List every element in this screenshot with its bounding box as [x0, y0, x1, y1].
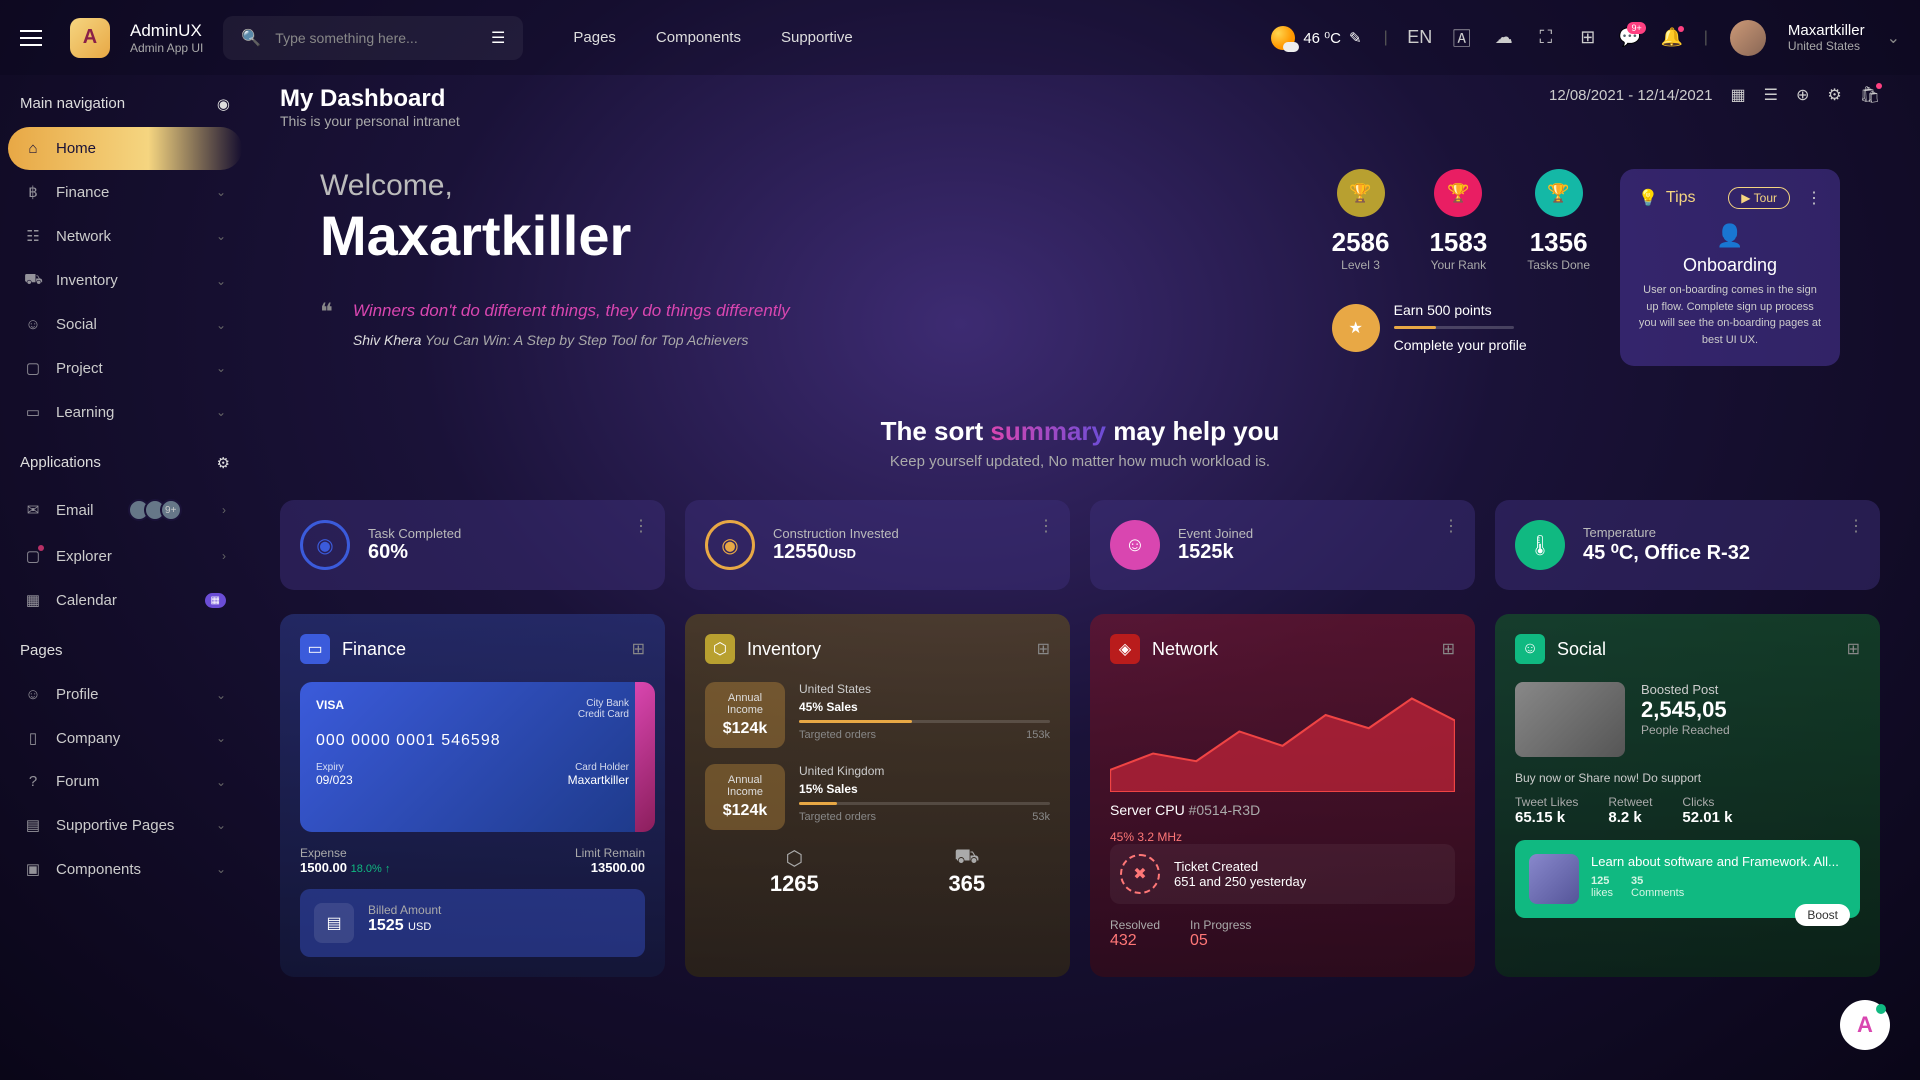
- sidebar: Main navigation◉ ⌂Home฿Finance⌄☷Network⌄…: [0, 75, 250, 1080]
- sidebar-item-network[interactable]: ☷Network⌄: [8, 214, 242, 258]
- page-subtitle: This is your personal intranet: [280, 113, 460, 129]
- sidebar-item-learning[interactable]: ▭Learning⌄: [8, 390, 242, 434]
- app-logo: A: [70, 18, 110, 58]
- sidebar-item-home[interactable]: ⌂Home: [8, 127, 242, 170]
- top-nav: Pages Components Supportive: [573, 29, 852, 46]
- avatar[interactable]: [1730, 20, 1766, 56]
- fab-button[interactable]: A: [1840, 1000, 1890, 1050]
- fullscreen-icon[interactable]: ⛶: [1536, 28, 1556, 48]
- expand-icon[interactable]: ⊞: [1037, 639, 1050, 659]
- credit-card[interactable]: VISACity BankCredit Card 000 0000 0001 5…: [300, 682, 645, 832]
- receipt-icon: ▤: [314, 903, 354, 943]
- network-card: ◈Network⊞ Server CPU #0514-R3D 45% 3.2 M…: [1090, 614, 1475, 977]
- stat-tasks-done: 🏆1356Tasks Done: [1527, 169, 1590, 272]
- topnav-pages[interactable]: Pages: [573, 29, 616, 46]
- expand-icon[interactable]: ⊞: [632, 639, 645, 659]
- star-icon: ★: [1332, 304, 1380, 352]
- weather-icon: [1271, 26, 1295, 50]
- brand-subtitle: Admin App UI: [130, 41, 203, 55]
- quote-icon: ❝: [320, 298, 333, 348]
- lang-button[interactable]: EN: [1410, 28, 1430, 48]
- page-item-company[interactable]: ▯Company⌄: [8, 716, 242, 760]
- more-icon[interactable]: ⋮: [1806, 188, 1822, 208]
- learn-card[interactable]: Learn about software and Framework. All.…: [1515, 840, 1860, 918]
- bill-card[interactable]: ▤ Billed Amount1525 USD: [300, 889, 645, 957]
- users-icon: ☺: [1515, 634, 1545, 664]
- more-icon[interactable]: ⋮: [633, 516, 649, 536]
- network-chart: [1110, 682, 1455, 792]
- weather: 46 ⁰C ✎: [1271, 26, 1361, 50]
- brand-title: AdminUX: [130, 21, 203, 41]
- sidebar-item-finance[interactable]: ฿Finance⌄: [8, 170, 242, 214]
- search-box[interactable]: 🔍 ☰: [223, 16, 523, 60]
- settings-gear-icon[interactable]: ⚙: [1827, 85, 1841, 105]
- chevron-down-icon[interactable]: ⌄: [1887, 28, 1900, 48]
- quote-text: Winners don't do different things, they …: [353, 298, 790, 324]
- sidebar-item-social[interactable]: ☺Social⌄: [8, 303, 242, 346]
- info-card-temperature: 🌡Temperature45 ⁰C, Office R-32⋮: [1495, 500, 1880, 590]
- topnav-supportive[interactable]: Supportive: [781, 29, 853, 46]
- sidebar-item-inventory[interactable]: ⛟Inventory⌄: [8, 258, 242, 303]
- welcome-greet: Welcome,: [320, 169, 1302, 203]
- post-image: [1515, 682, 1625, 757]
- page-item-components[interactable]: ▣Components⌄: [8, 847, 242, 891]
- more-icon[interactable]: ⋮: [1038, 516, 1054, 536]
- ticket-icon: ✖: [1120, 854, 1160, 894]
- grid-icon[interactable]: ⊞: [1578, 28, 1598, 48]
- more-icon[interactable]: ⋮: [1443, 516, 1459, 536]
- stat-your-rank: 🏆1583Your Rank: [1429, 169, 1487, 272]
- brand: AdminUX Admin App UI: [130, 21, 203, 55]
- tour-button[interactable]: ▶ Tour: [1728, 187, 1790, 209]
- wallet-icon: ▭: [300, 634, 330, 664]
- info-card-task-completed: ◉Task Completed60%⋮: [280, 500, 665, 590]
- settings-icon[interactable]: ⚙: [217, 454, 230, 472]
- boost-button[interactable]: Boost: [1795, 904, 1850, 926]
- globe-icon[interactable]: ⊕: [1796, 85, 1809, 105]
- expand-icon[interactable]: ⊞: [1442, 639, 1455, 659]
- page-item-profile[interactable]: ☺Profile⌄: [8, 673, 242, 716]
- app-item-calendar[interactable]: ▦Calendar▦: [8, 578, 242, 622]
- page-item-supportive-pages[interactable]: ▤Supportive Pages⌄: [8, 803, 242, 847]
- calendar-icon[interactable]: ▦: [1730, 85, 1745, 105]
- user-info[interactable]: Maxartkiller United States: [1788, 22, 1865, 53]
- filter-lines-icon[interactable]: ☰: [1764, 85, 1778, 105]
- pages-header: Pages: [8, 642, 242, 673]
- sidebar-item-project[interactable]: ▢Project⌄: [8, 346, 242, 390]
- page-item-forum[interactable]: ?Forum⌄: [8, 760, 242, 803]
- search-icon: 🔍: [241, 28, 261, 48]
- welcome-name: Maxartkiller: [320, 203, 1302, 268]
- translate-icon[interactable]: 🄰: [1452, 28, 1472, 48]
- tips-card: 💡 Tips ▶ Tour ⋮ 👤 Onboarding User on-boa…: [1620, 169, 1840, 366]
- stat-level-3: 🏆2586Level 3: [1332, 169, 1390, 272]
- bulb-icon: 💡: [1638, 188, 1658, 208]
- person-icon: 👤: [1638, 223, 1822, 249]
- info-card-event-joined: ☺Event Joined1525k⋮: [1090, 500, 1475, 590]
- cart-icon[interactable]: 🛍: [1860, 85, 1880, 105]
- finance-card: ▭Finance⊞ VISACity BankCredit Card 000 0…: [280, 614, 665, 977]
- expand-icon[interactable]: ⊞: [1847, 639, 1860, 659]
- filter-icon[interactable]: ☰: [491, 28, 505, 48]
- nav-header: Main navigation◉: [8, 95, 242, 127]
- page-title: My Dashboard: [280, 85, 460, 113]
- more-icon[interactable]: ⋮: [1848, 516, 1864, 536]
- user-circle-icon[interactable]: ◉: [217, 95, 230, 113]
- menu-toggle[interactable]: [20, 23, 50, 53]
- inventory-card: ⬡Inventory⊞ Annual Income$124kUnited Sta…: [685, 614, 1070, 977]
- app-item-explorer[interactable]: ▢Explorer›: [8, 534, 242, 578]
- apps-header: Applications⚙: [8, 454, 242, 486]
- cloud-icon[interactable]: ☁: [1494, 28, 1514, 48]
- edit-icon[interactable]: ✎: [1349, 29, 1362, 47]
- network-icon: ◈: [1110, 634, 1140, 664]
- box-icon: ⬡: [705, 634, 735, 664]
- info-card-construction-invested: ◉Construction Invested12550USD⋮: [685, 500, 1070, 590]
- bell-icon[interactable]: 🔔: [1662, 28, 1682, 48]
- learn-image: [1529, 854, 1579, 904]
- messages-icon[interactable]: 💬9+: [1620, 28, 1640, 48]
- topnav-components[interactable]: Components: [656, 29, 741, 46]
- social-card: ☺Social⊞ Boosted Post2,545,05People Reac…: [1495, 614, 1880, 977]
- app-item-email[interactable]: ✉Email9+›: [8, 486, 242, 534]
- search-input[interactable]: [275, 30, 477, 46]
- date-range[interactable]: 12/08/2021 - 12/14/2021: [1549, 87, 1712, 104]
